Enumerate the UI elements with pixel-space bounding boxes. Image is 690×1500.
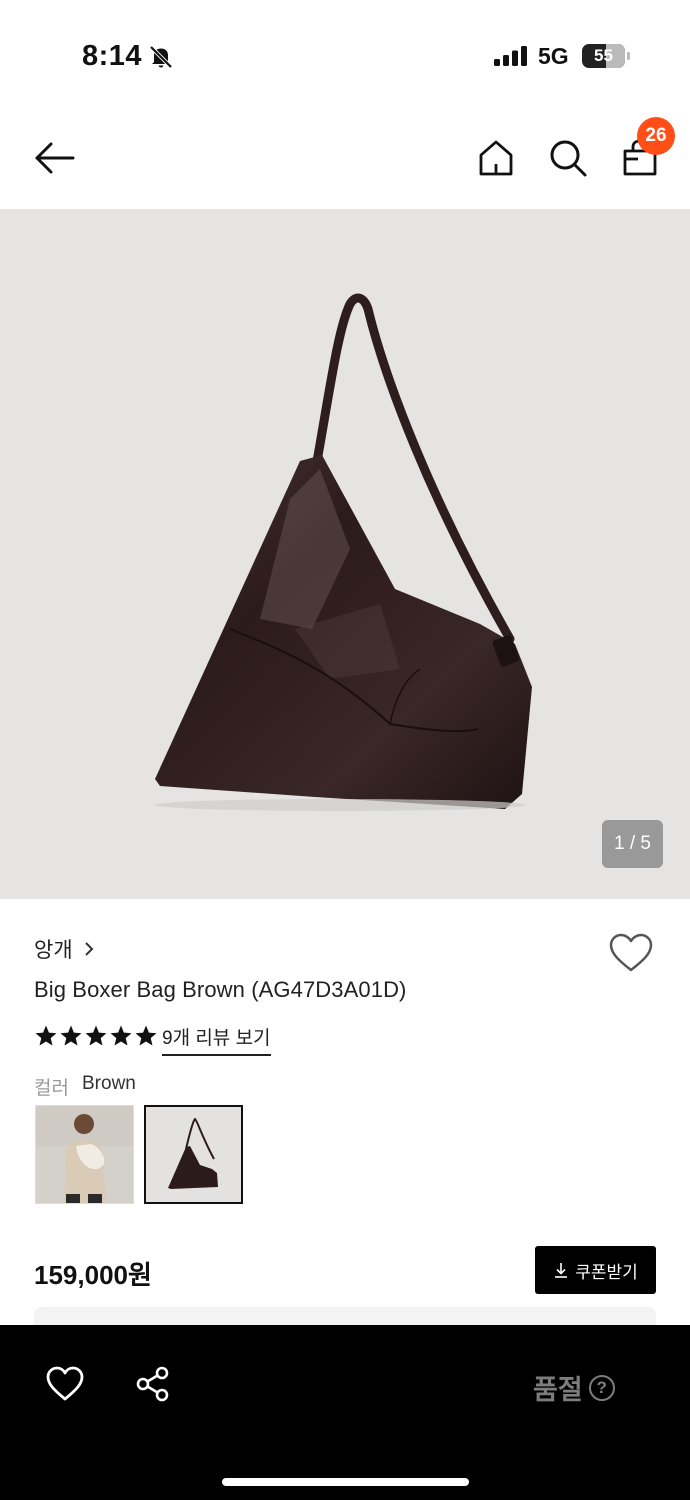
- star-icon: [110, 1025, 132, 1046]
- sold-out-status[interactable]: 품절 ?: [533, 1368, 615, 1407]
- image-counter: 1 / 5: [602, 820, 663, 868]
- download-icon: [555, 1263, 568, 1278]
- reviews-link[interactable]: 9개 리뷰 보기: [162, 1023, 271, 1056]
- share-icon[interactable]: [134, 1365, 172, 1403]
- home-icon[interactable]: [474, 136, 518, 180]
- bag-illustration: [155, 293, 532, 811]
- coupon-label: 쿠폰받기: [575, 1262, 638, 1282]
- wishlist-heart-icon[interactable]: [45, 1365, 85, 1403]
- heart-icon[interactable]: [608, 932, 654, 974]
- product-image[interactable]: [0, 209, 690, 899]
- color-option-thumbnail-brown[interactable]: [144, 1105, 243, 1204]
- battery-level: 55: [594, 46, 613, 65]
- product-title: Big Boxer Bag Brown (AG47D3A01D): [34, 977, 407, 1002]
- bottom-action-bar: [0, 1325, 690, 1500]
- network-type: 5G: [538, 43, 569, 69]
- star-icon: [135, 1025, 157, 1046]
- model-photo: [36, 1106, 133, 1203]
- rating-stars: [34, 1024, 158, 1050]
- battery-icon: 55: [582, 44, 630, 68]
- price: 159,000원: [34, 1260, 152, 1290]
- color-label: 컬러: [34, 1078, 69, 1099]
- star-icon: [85, 1025, 107, 1046]
- sold-out-label: 품절: [533, 1375, 583, 1405]
- bell-off-icon: [149, 45, 173, 69]
- status-time: 8:14: [82, 40, 143, 72]
- signal-icon: [494, 46, 527, 66]
- chevron-right-icon: [84, 942, 94, 956]
- color-option-thumbnail-model[interactable]: [35, 1105, 134, 1204]
- coupon-button[interactable]: 쿠폰받기: [535, 1246, 656, 1294]
- search-icon[interactable]: [546, 136, 590, 180]
- brand-name: 앙개: [34, 939, 73, 962]
- status-bar: 8:14 5G 55: [0, 0, 690, 100]
- help-icon[interactable]: ?: [588, 1374, 615, 1401]
- color-value: Brown: [82, 1073, 136, 1094]
- cart-count-badge: 26: [637, 117, 675, 155]
- star-icon: [35, 1025, 57, 1046]
- top-nav: [0, 110, 690, 208]
- back-arrow-icon[interactable]: [32, 136, 76, 180]
- star-icon: [60, 1025, 82, 1046]
- home-indicator: [222, 1478, 469, 1486]
- bag-thumbnail: [146, 1107, 241, 1202]
- brand-link[interactable]: 앙개: [34, 934, 95, 964]
